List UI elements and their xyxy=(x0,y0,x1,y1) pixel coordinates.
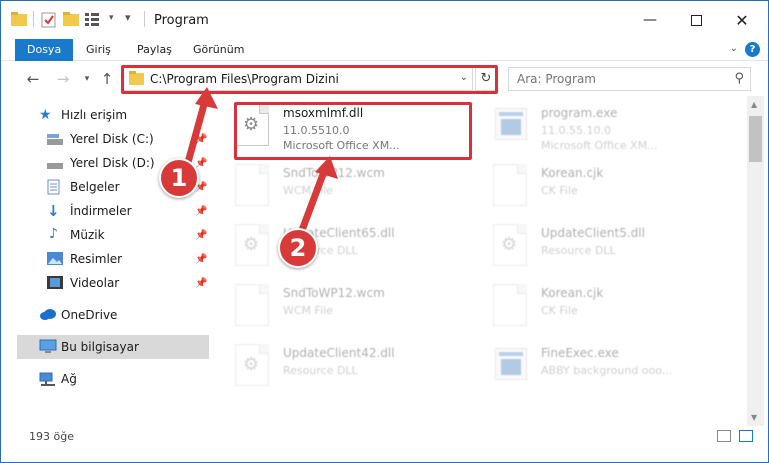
arrow-2 xyxy=(297,156,338,237)
explorer-window: ▾ ▾ Program — ✕ Dosya Giriş Paylaş Görün… xyxy=(0,0,769,463)
annotation-arrows xyxy=(183,87,338,237)
step-marker-2: 2 xyxy=(278,228,318,268)
arrow-1 xyxy=(183,87,218,170)
step-marker-1: 1 xyxy=(159,158,199,198)
